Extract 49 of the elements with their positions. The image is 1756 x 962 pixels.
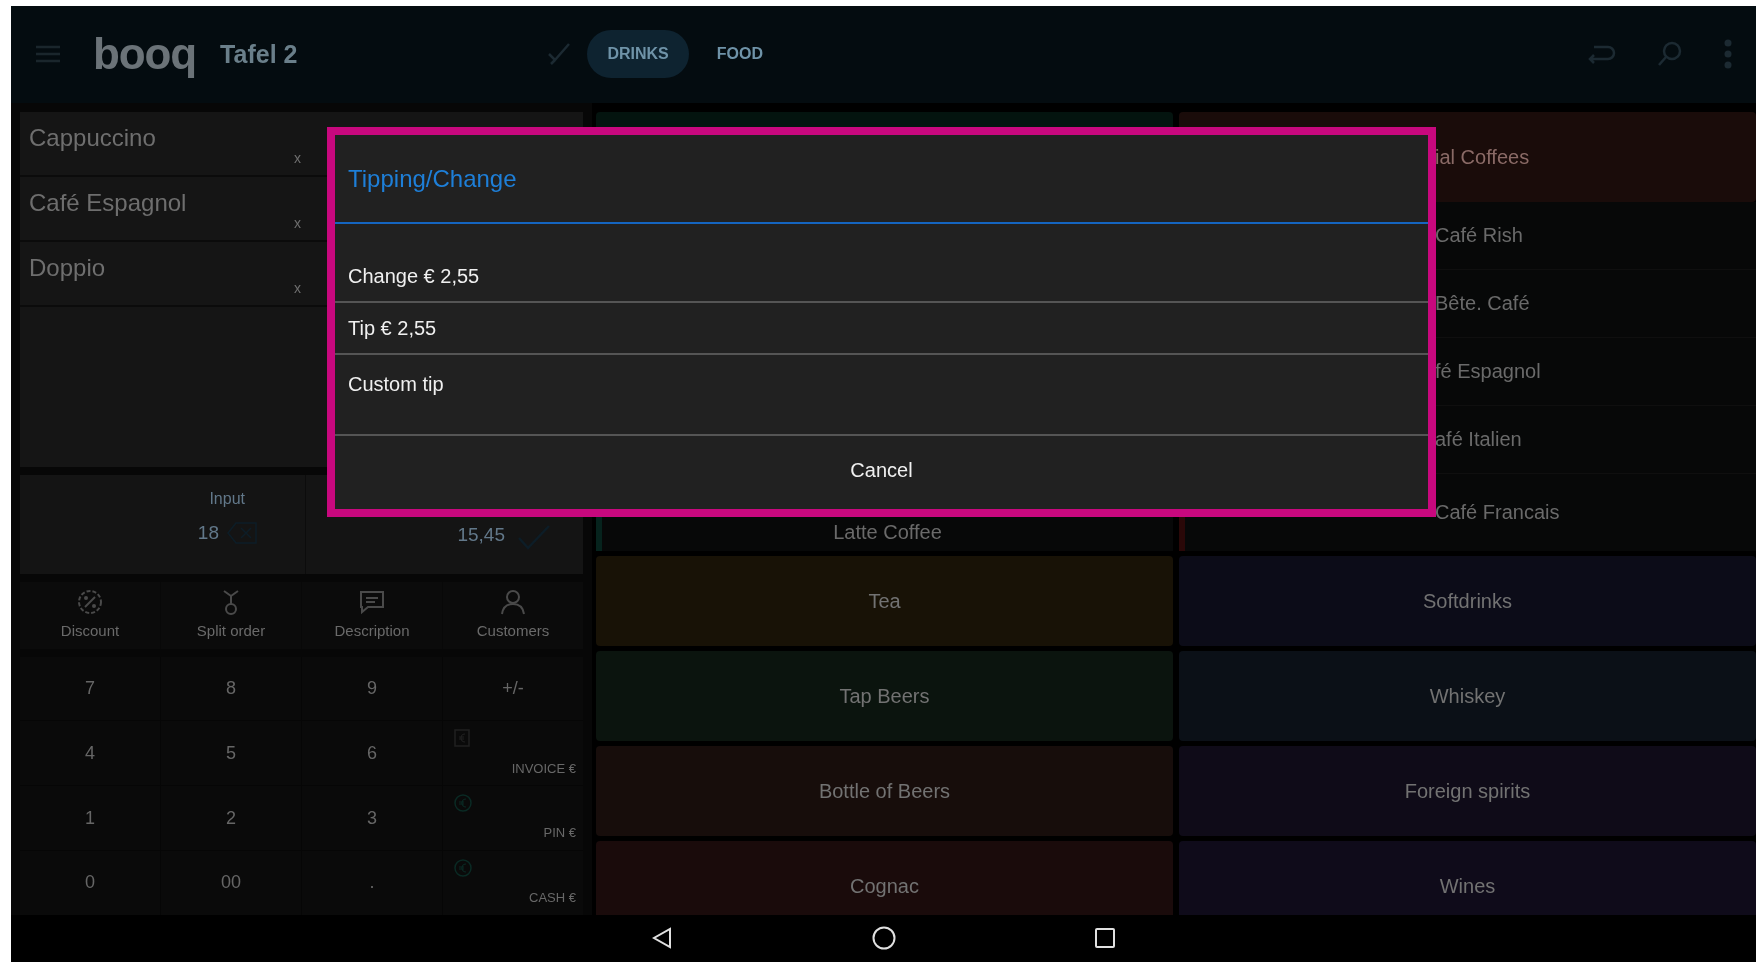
total-amount: 15,45 bbox=[457, 523, 505, 548]
payment-button[interactable]: INVOICE € bbox=[443, 721, 583, 786]
input-value: 18 bbox=[197, 520, 219, 545]
euro-coin-icon bbox=[453, 857, 473, 878]
tab[interactable]: DRINKS bbox=[587, 30, 689, 79]
recent-apps-icon[interactable] bbox=[1094, 927, 1116, 950]
item-name: Doppio bbox=[28, 252, 107, 283]
euro-coin-icon bbox=[453, 793, 473, 814]
category-tile[interactable]: Foreign spirits bbox=[1179, 745, 1756, 836]
keypad-key[interactable]: 00 bbox=[161, 850, 301, 915]
keypad-key[interactable]: 9 bbox=[302, 656, 442, 721]
home-icon[interactable] bbox=[872, 926, 896, 951]
item-quantity: x bbox=[294, 213, 301, 233]
item-quantity: x bbox=[294, 148, 301, 168]
menu-icon[interactable] bbox=[35, 44, 61, 65]
category-tile[interactable]: Cognac bbox=[596, 840, 1173, 915]
category-tile[interactable]: Tap Beers bbox=[596, 650, 1173, 741]
category-tile[interactable]: Bottle of Beers bbox=[596, 745, 1173, 836]
payment-button[interactable]: PIN € bbox=[443, 786, 583, 850]
table-title: Tafel 2 bbox=[220, 38, 298, 70]
percent-icon bbox=[76, 587, 104, 616]
logo: booq bbox=[93, 32, 197, 77]
keypad-key[interactable]: 4 bbox=[20, 721, 160, 786]
tab[interactable]: FOOD bbox=[704, 30, 775, 79]
category-tile[interactable]: Wines bbox=[1179, 840, 1756, 915]
category-tile[interactable]: Softdrinks bbox=[1179, 555, 1756, 646]
keypad-key[interactable]: 1 bbox=[20, 786, 160, 850]
keypad-key[interactable]: 3 bbox=[302, 786, 442, 850]
category-tile[interactable]: Whiskey bbox=[1179, 650, 1756, 741]
keypad-key[interactable]: 5 bbox=[161, 721, 301, 786]
keypad-key[interactable]: 0 bbox=[20, 850, 160, 915]
keypad-key[interactable]: 7 bbox=[20, 656, 160, 721]
dialog-option[interactable]: Custom tip bbox=[335, 355, 1428, 436]
keypad-key[interactable]: 6 bbox=[302, 721, 442, 786]
back-icon[interactable] bbox=[652, 927, 672, 950]
keypad-key[interactable]: 8 bbox=[161, 656, 301, 721]
category-tile[interactable]: Tea bbox=[596, 555, 1173, 646]
keypad-key[interactable]: +/- bbox=[443, 656, 583, 721]
payment-button[interactable]: CASH € bbox=[443, 850, 583, 915]
dialog-option[interactable]: Tip € 2,55 bbox=[335, 303, 1428, 355]
more-options-icon[interactable] bbox=[1724, 39, 1732, 70]
person-icon bbox=[499, 587, 527, 616]
input-label: Input bbox=[209, 488, 245, 509]
item-name: Café Espagnol bbox=[28, 187, 188, 218]
item-name: Cappuccino bbox=[28, 122, 157, 153]
item-quantity: x bbox=[294, 278, 301, 298]
keypad-key[interactable]: 2 bbox=[161, 786, 301, 850]
dialog-option[interactable]: Change € 2,55 bbox=[335, 250, 1428, 303]
keypad-key[interactable]: . bbox=[302, 850, 442, 915]
